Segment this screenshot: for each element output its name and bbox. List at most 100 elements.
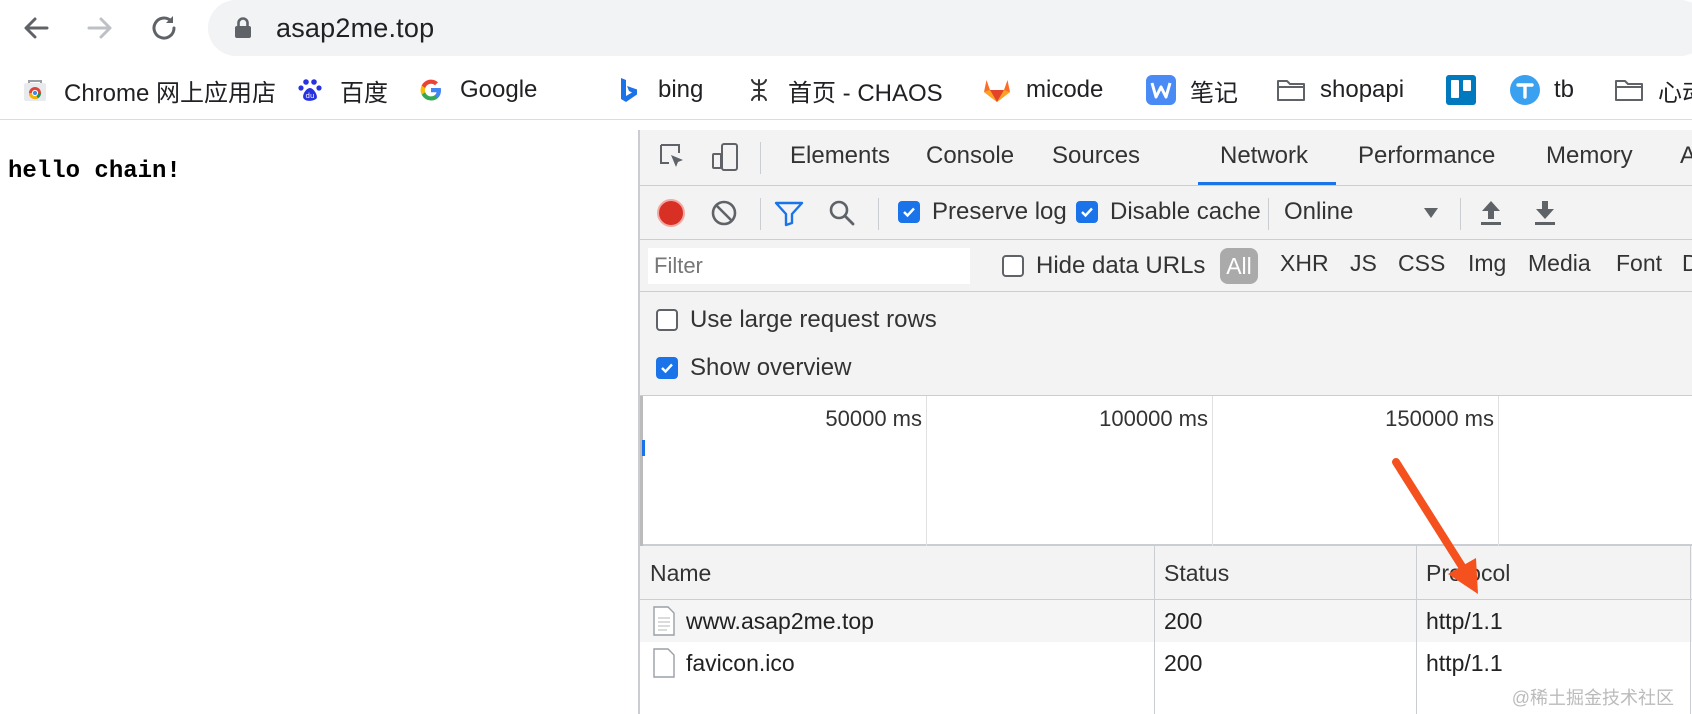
separator bbox=[760, 198, 761, 230]
reload-button[interactable] bbox=[144, 8, 184, 48]
request-name: www.asap2me.top bbox=[686, 608, 874, 634]
record-button[interactable] bbox=[656, 198, 686, 233]
file-icon bbox=[653, 648, 675, 678]
show-overview-checkbox[interactable]: Show overview bbox=[656, 354, 851, 382]
separator bbox=[1268, 198, 1269, 230]
request-protocol: http/1.1 bbox=[1426, 608, 1503, 634]
grid-line bbox=[1212, 396, 1213, 546]
show-overview-label: Show overview bbox=[690, 354, 852, 381]
bookmark-notes[interactable]: 笔记 bbox=[1146, 70, 1238, 110]
checkbox-unchecked-icon bbox=[1002, 255, 1024, 277]
baidu-icon: du bbox=[296, 75, 326, 105]
filter-all-button[interactable]: All bbox=[1220, 248, 1258, 284]
tab-console[interactable]: Console bbox=[926, 142, 1014, 170]
tab-performance[interactable]: Performance bbox=[1358, 142, 1495, 170]
filter-js-button[interactable]: JS bbox=[1350, 250, 1377, 277]
document-icon bbox=[653, 606, 675, 636]
large-request-rows-checkbox[interactable]: Use large request rows bbox=[656, 306, 937, 334]
filter-font-button[interactable]: Font bbox=[1616, 250, 1662, 277]
filter-media-button[interactable]: Media bbox=[1528, 250, 1591, 277]
filter-xhr-button[interactable]: XHR bbox=[1280, 250, 1329, 277]
hide-data-urls-checkbox[interactable]: Hide data URLs bbox=[1002, 252, 1205, 280]
devtools-tab-bar: Elements Console Sources Network Perform… bbox=[640, 130, 1692, 186]
column-divider[interactable] bbox=[1154, 546, 1155, 714]
filter-input[interactable] bbox=[648, 248, 970, 284]
column-divider[interactable] bbox=[1690, 546, 1691, 714]
back-button[interactable] bbox=[16, 8, 56, 48]
bookmark-tb[interactable]: tb bbox=[1510, 70, 1574, 110]
tab-application[interactable]: Application bbox=[1680, 142, 1692, 170]
column-header-status[interactable]: Status bbox=[1164, 560, 1229, 587]
chaos-icon bbox=[744, 75, 774, 105]
table-row[interactable]: favicon.ico 200 http/1.1 bbox=[640, 642, 1692, 684]
filter-toggle-button[interactable] bbox=[774, 199, 804, 232]
table-row[interactable]: www.asap2me.top 200 http/1.1 bbox=[640, 600, 1692, 642]
bookmark-label: Google bbox=[460, 76, 538, 103]
tab-network[interactable]: Network bbox=[1220, 142, 1308, 170]
disable-cache-checkbox[interactable]: Disable cache bbox=[1076, 198, 1261, 226]
request-status: 200 bbox=[1164, 650, 1203, 676]
export-har-button[interactable] bbox=[1532, 198, 1558, 231]
network-overview[interactable]: 50000 ms 100000 ms 150000 ms bbox=[640, 396, 1692, 546]
request-bar bbox=[642, 440, 645, 456]
device-toolbar-button[interactable] bbox=[710, 142, 740, 177]
tab-sources[interactable]: Sources bbox=[1052, 142, 1140, 170]
filter-css-button[interactable]: CSS bbox=[1398, 250, 1445, 277]
bookmark-label: micode bbox=[1026, 76, 1104, 103]
filter-img-button[interactable]: Img bbox=[1468, 250, 1506, 277]
checkbox-checked-icon bbox=[656, 357, 678, 379]
tab-memory[interactable]: Memory bbox=[1546, 142, 1633, 170]
bookmark-micode[interactable]: micode bbox=[982, 70, 1103, 110]
dropdown-triangle-icon bbox=[1424, 208, 1438, 218]
table-header: Name Status Protocol bbox=[640, 546, 1692, 600]
browser-toolbar: asap2me.top bbox=[0, 0, 1692, 58]
filter-doc-button[interactable]: Doc bbox=[1682, 250, 1692, 277]
url-text[interactable]: asap2me.top bbox=[276, 13, 434, 44]
search-button[interactable] bbox=[828, 199, 856, 232]
bookmark-baidu[interactable]: du 百度 bbox=[296, 70, 388, 110]
bookmark-chaos[interactable]: 首页 - CHAOS bbox=[744, 70, 943, 110]
bookmark-folder-xindong[interactable]: 心动 bbox=[1614, 70, 1692, 110]
back-arrow-icon bbox=[24, 17, 49, 39]
separator bbox=[760, 142, 761, 174]
bing-icon bbox=[614, 75, 644, 105]
folder-icon bbox=[1276, 75, 1306, 105]
import-har-button[interactable] bbox=[1478, 198, 1504, 231]
column-header-protocol[interactable]: Protocol bbox=[1426, 560, 1510, 587]
tab-elements[interactable]: Elements bbox=[790, 142, 890, 170]
lock-icon bbox=[235, 17, 251, 38]
bookmark-trello[interactable] bbox=[1446, 70, 1490, 110]
bookmark-google[interactable]: Google bbox=[416, 70, 537, 110]
forward-button[interactable] bbox=[80, 8, 120, 48]
inspect-element-button[interactable] bbox=[658, 142, 688, 177]
bookmark-label: 笔记 bbox=[1190, 79, 1238, 107]
large-rows-label: Use large request rows bbox=[690, 306, 937, 333]
column-divider[interactable] bbox=[1416, 546, 1417, 714]
overview-label: 150000 ms bbox=[1385, 406, 1494, 431]
network-toolbar: Preserve log Disable cache Online bbox=[640, 186, 1692, 240]
throttling-select[interactable]: Online bbox=[1284, 198, 1438, 226]
request-name: favicon.ico bbox=[686, 650, 795, 676]
bookmarks-bar: Chrome 网上应用店 du 百度 Google bing 首页 - CHAO… bbox=[0, 64, 1692, 120]
clear-button[interactable] bbox=[710, 199, 738, 232]
column-header-name[interactable]: Name bbox=[650, 560, 711, 587]
upload-icon bbox=[1481, 201, 1501, 225]
bookmark-label: 心动 bbox=[1658, 79, 1692, 107]
devtools-panel: Elements Console Sources Network Perform… bbox=[638, 130, 1692, 714]
watermark: @稀土掘金技术社区 bbox=[1511, 688, 1674, 708]
folder-icon bbox=[1614, 75, 1644, 105]
preserve-log-checkbox[interactable]: Preserve log bbox=[898, 198, 1067, 226]
checkbox-checked-icon bbox=[1076, 201, 1098, 223]
bookmark-folder-shopapi[interactable]: shopapi bbox=[1276, 70, 1404, 110]
throttling-value: Online bbox=[1284, 198, 1354, 225]
bookmark-label: tb bbox=[1554, 76, 1575, 103]
download-icon bbox=[1535, 201, 1555, 225]
bookmark-bing[interactable]: bing bbox=[614, 70, 703, 110]
grid-line bbox=[1498, 396, 1499, 546]
search-icon bbox=[829, 200, 855, 226]
bookmark-chrome-web-store[interactable]: Chrome 网上应用店 bbox=[20, 70, 276, 110]
filter-funnel-icon bbox=[774, 201, 804, 227]
bookmark-label: 首页 - CHAOS bbox=[788, 79, 943, 107]
page-text: hello chain! bbox=[8, 158, 181, 185]
chrome-web-store-icon bbox=[20, 75, 50, 105]
